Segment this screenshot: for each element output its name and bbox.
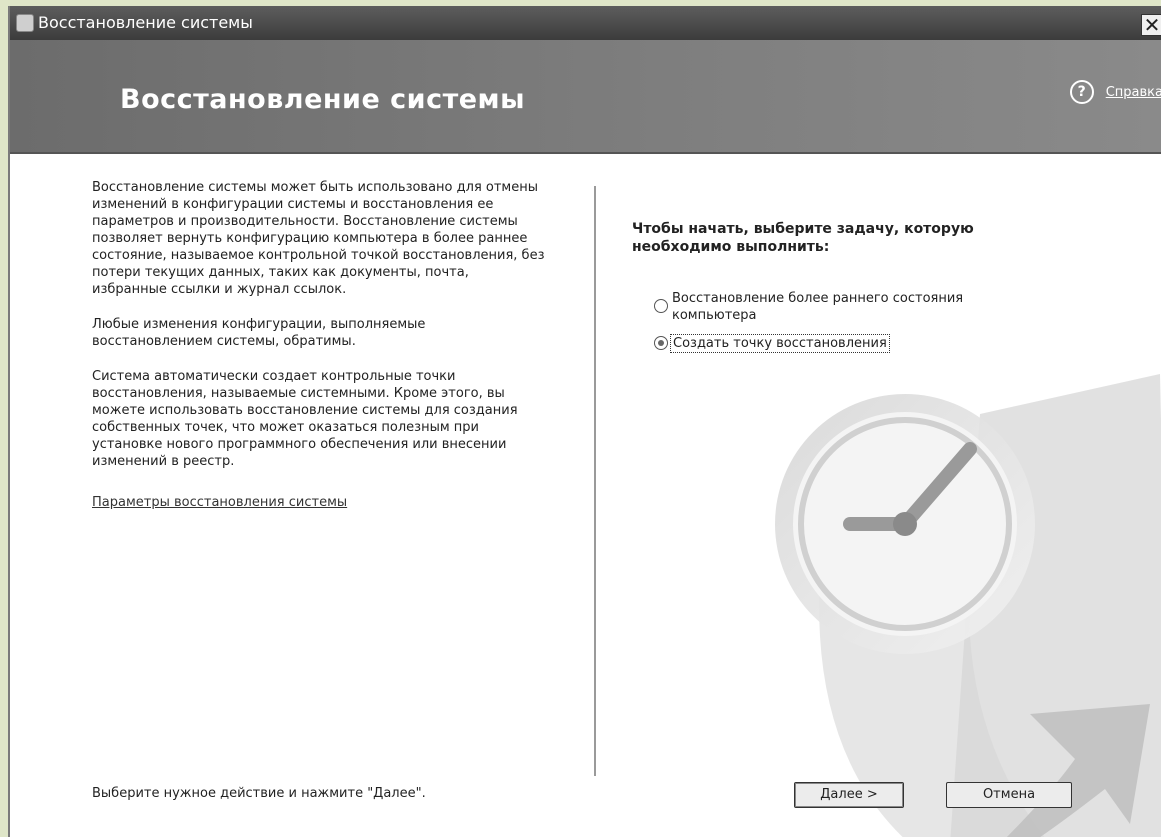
description-paragraph-2: Любые изменения конфигурации, выполняемы… <box>92 317 426 349</box>
task-options: Восстановление более раннего состояния к… <box>654 290 1034 353</box>
header-banner: Восстановление системы ? Справка <box>10 40 1161 154</box>
option-restore-earlier-label[interactable]: Восстановление более раннего состояния к… <box>672 290 1034 324</box>
option-restore-earlier[interactable]: Восстановление более раннего состояния к… <box>654 290 1034 324</box>
content-area: Восстановление системы может быть исполь… <box>10 154 1161 837</box>
task-panel: Чтобы начать, выберите задачу, которую н… <box>632 220 1052 353</box>
close-button[interactable]: ✕ <box>1141 14 1161 36</box>
cancel-button[interactable]: Отмена <box>946 782 1072 808</box>
system-restore-icon <box>16 14 34 32</box>
radio-restore-earlier[interactable] <box>654 299 668 313</box>
option-create-point[interactable]: Создать точку восстановления <box>654 334 1034 353</box>
option-create-point-label[interactable]: Создать точку восстановления <box>670 334 890 353</box>
system-restore-window: Восстановление системы ✕ Восстановление … <box>8 6 1161 837</box>
help-icon[interactable]: ? <box>1069 80 1094 104</box>
instruction-text: Выберите нужное действие и нажмите "Дале… <box>92 786 426 801</box>
radio-create-point[interactable] <box>654 336 668 350</box>
description-panel: Восстановление системы может быть исполь… <box>92 179 547 529</box>
description-paragraph-1: Восстановление системы может быть исполь… <box>92 180 545 297</box>
title-bar: Восстановление системы ✕ <box>10 6 1161 40</box>
help-area: ? Справка <box>1069 80 1161 104</box>
description-paragraph-3: Система автоматически создает контрольны… <box>92 369 518 469</box>
clock-restore-icon <box>775 374 1161 837</box>
page-title: Восстановление системы <box>120 84 526 115</box>
radio-selected-dot <box>658 340 664 346</box>
next-button[interactable]: Далее > <box>794 782 904 808</box>
task-prompt: Чтобы начать, выберите задачу, которую н… <box>632 221 974 255</box>
restore-settings-link[interactable]: Параметры восстановления системы <box>92 495 347 510</box>
help-link[interactable]: Справка <box>1106 85 1161 100</box>
panel-divider <box>594 186 596 776</box>
window-title: Восстановление системы <box>38 13 253 32</box>
